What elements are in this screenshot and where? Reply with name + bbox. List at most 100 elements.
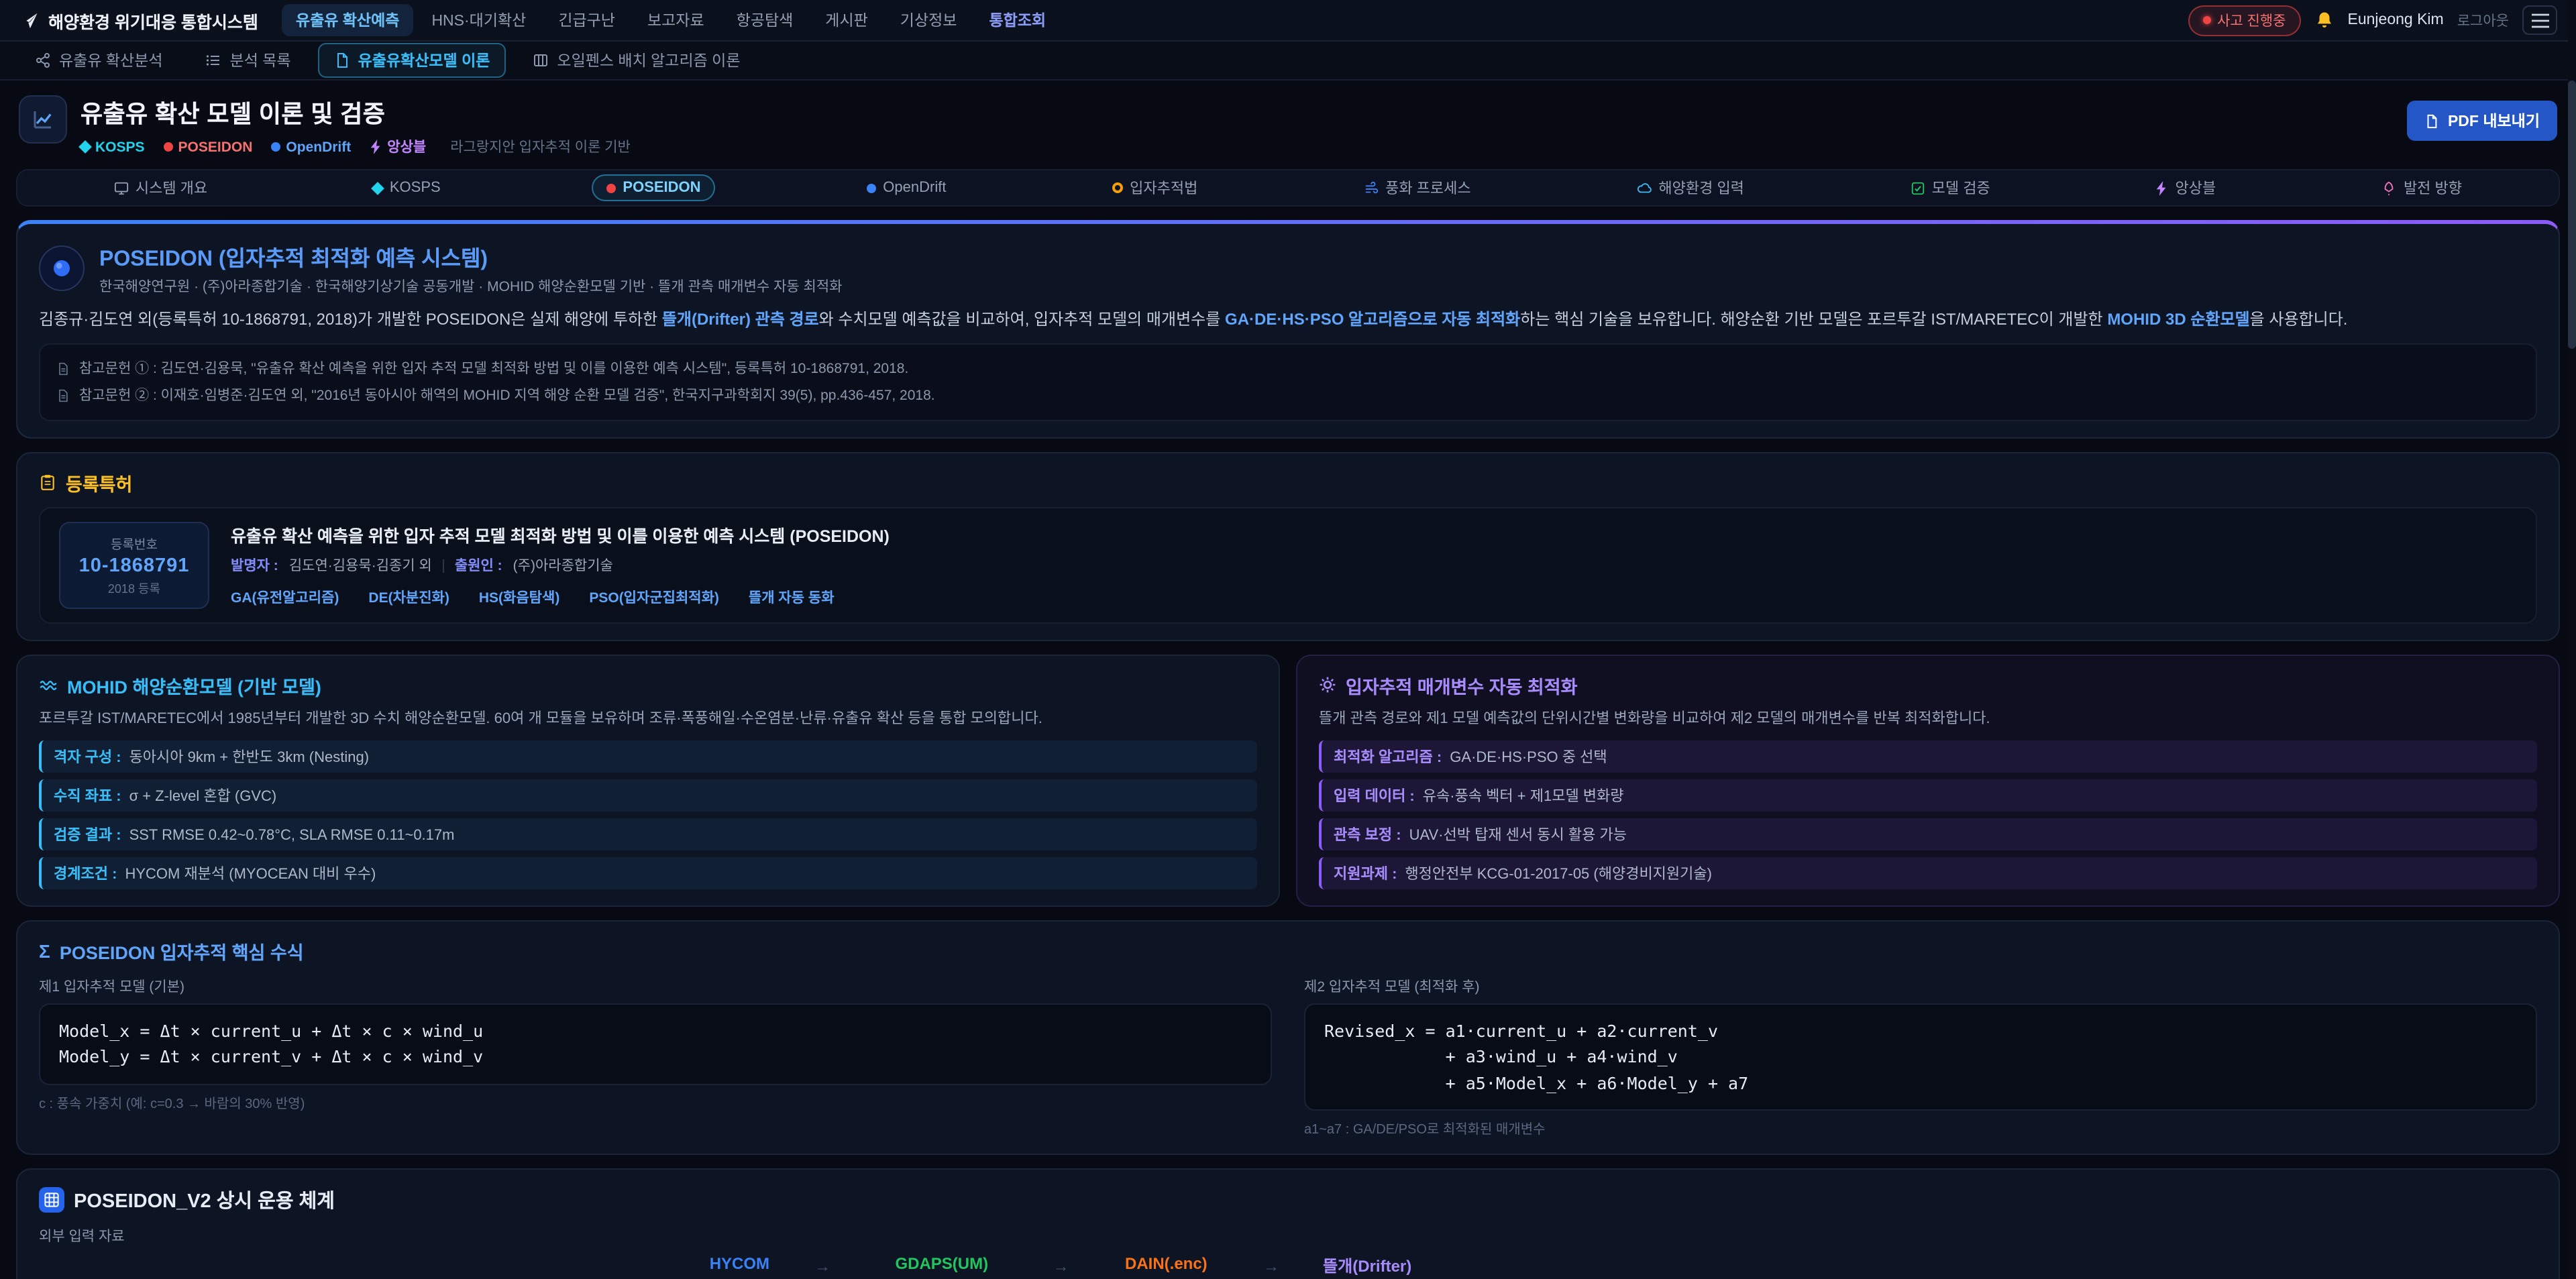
mohid-card: MOHID 해양순환모델 (기반 모델) 포르투갈 IST/MARETEC에서 … [16,654,1280,907]
reference-item: 참고문헌 ② : 이재호·임병준·김도연 외, "2016년 동아시아 해역의 … [56,382,2520,408]
equation-model1-caption: c : 풍속 가중치 (예: c=0.3 → 바람의 30% 반영) [39,1092,1272,1112]
brand: 해양환경 위기대응 통합시스템 [19,7,258,33]
nav-item-weather-info[interactable]: 기상정보 [887,4,971,36]
equation-model2: 제2 입자추적 모델 (최적화 후) Revised_x = a1·curren… [1304,977,2537,1137]
spec-row: 최적화 알고리즘GA·DE·HS·PSO 중 선택 [1319,740,2537,773]
section-pill-overview[interactable]: 시스템 개요 [99,172,222,204]
clipboard-icon [39,474,56,491]
spec-row: 격자 구성동아시아 9km + 한반도 3km (Nesting) [39,740,1257,773]
section-pill-weathering[interactable]: 풍화 프로세스 [1349,172,1486,204]
tab-spill-analysis[interactable]: 유출유 확산분석 [19,43,179,78]
analysis-chart-icon [31,107,55,131]
check-square-icon [1911,180,1925,195]
two-column-row: MOHID 해양순환모델 (기반 모델) 포르투갈 IST/MARETEC에서 … [16,654,2560,907]
section-pill-ocean-input[interactable]: 해양환경 입력 [1622,172,1759,204]
tab-label: 유출유확산모델 이론 [358,50,490,71]
nav-item-emergency-rescue[interactable]: 긴급구난 [545,4,629,36]
lightning-icon [370,140,382,154]
spec-row: 관측 보정UAV·선박 탑재 센서 동시 활용 가능 [1319,818,2537,850]
weathering-wind-icon [1364,180,1379,195]
section-pill-particle-tracking[interactable]: 입자추적법 [1097,172,1212,204]
pdf-export-button[interactable]: PDF 내보내기 [2408,101,2557,141]
app-window: 해양환경 위기대응 통합시스템 유출유 확산예측 HNS·대기확산 긴급구난 보… [0,0,2576,1279]
nav-item-reports[interactable]: 보고자료 [634,4,718,36]
nav-item-spill-prediction[interactable]: 유출유 확산예측 [282,4,413,36]
menu-hamburger-icon[interactable] [2522,5,2557,35]
assignee-label: 출원인 : [455,555,502,575]
badge-kosps: KOSPS [80,139,145,155]
nav-item-aerial-search[interactable]: 항공탐색 [723,4,807,36]
poseidon-subtitle: 한국해양연구원 · (주)아라종합기술 · 한국해양기상기술 공동개발 · MO… [99,276,843,296]
patent-section-title: 등록특허 [39,469,2537,496]
equation-model1: 제1 입자추적 모델 (기본) Model_x = Δt × current_u… [39,977,1272,1137]
header-note: 라그랑지안 입자추적 이론 기반 [450,137,631,157]
page-header: 유출유 확산 모델 이론 및 검증 KOSPS POSEIDON OpenDri… [0,80,2576,169]
equation-model2-caption: a1~a7 : GA/DE/PSO로 최적화된 매개변수 [1304,1117,2537,1137]
main-content: POSEIDON (입자추적 최적화 예측 시스템) 한국해양연구원 · (주)… [0,220,2576,1279]
incident-status-badge[interactable]: 사고 진행중 [2188,5,2300,36]
equations-title-row: Σ POSEIDON 입자추적 핵심 수식 [39,938,2537,964]
blue-dot-icon [867,183,876,192]
page-title: 유출유 확산 모델 이론 및 검증 [80,95,631,130]
red-dot-icon [606,183,616,192]
badge-opendrift: OpenDrift [271,139,351,155]
v2-grid-icon [39,1187,64,1213]
share-nodes-icon [35,52,51,68]
reference-doc-icon [56,388,70,402]
spec-row: 입력 데이터유속·풍속 벡터 + 제1모델 변화량 [1319,779,2537,812]
nav-item-hns-air-diffusion[interactable]: HNS·대기확산 [418,4,539,36]
patent-tag-hs[interactable]: HS(화음탐색) [479,588,559,608]
topnav-right: 사고 진행중 Eunjeong Kim 로그아웃 [2188,5,2557,36]
wave-icon [39,675,58,694]
v2-operation-card: POSEIDON_V2 상시 운용 체계 외부 입력 자료 HYCOM 해류·수… [16,1168,2560,1279]
scrollbar-thumb[interactable] [2568,80,2576,349]
badge-row: KOSPS POSEIDON OpenDrift 앙상블 라그랑지안 입자추 [80,137,631,157]
document-icon [334,52,350,68]
equation-model2-label: 제2 입자추적 모델 (최적화 후) [1304,977,2537,997]
page-scrollbar[interactable] [2568,0,2576,1279]
section-pill-future[interactable]: 발전 방향 [2367,172,2477,204]
registration-label: 등록번호 [111,533,158,552]
badge-poseidon: POSEIDON [164,139,253,155]
patent-title: 유출유 확산 예측을 위한 입자 추적 모델 최적화 방법 및 이를 이용한 예… [231,522,890,547]
section-pill-opendrift[interactable]: OpenDrift [852,174,961,201]
source-drifter: 뜰개(Drifter) 관측 표류 경로 GA/DE/PSO 동화용 [1314,1254,1420,1279]
monitor-icon [114,180,129,195]
spec-row: 수직 좌표σ + Z-level 혼합 (GVC) [39,779,1257,812]
tab-analysis-list[interactable]: 분석 목록 [190,43,307,78]
tab-label: 유출유 확산분석 [59,50,163,71]
section-pill-validation[interactable]: 모델 검증 [1896,172,2005,204]
patent-tag-ga[interactable]: GA(유전알고리즘) [231,588,339,608]
logout-button[interactable]: 로그아웃 [2457,10,2509,30]
section-pill-ensemble[interactable]: 앙상블 [2141,172,2231,204]
incident-badge-label: 사고 진행중 [2217,10,2286,30]
tab-model-theory[interactable]: 유출유확산모델 이론 [318,43,506,78]
source-dain: DAIN(.enc) 격자·수심·해안선·조석 정적 바이너리 데이터 [1104,1254,1229,1279]
patent-card: 등록특허 등록번호 10-1868791 2018 등록 유출유 확산 예측을 … [16,451,2560,641]
patent-tag-drifter[interactable]: 뜰개 자동 동화 [749,588,835,608]
inventor-label: 발명자 : [231,555,278,575]
patent-tag-de[interactable]: DE(차분진화) [368,588,449,608]
nav-item-board[interactable]: 게시판 [812,4,881,36]
reference-doc-icon [56,362,70,375]
patent-tag-pso[interactable]: PSO(입자군집최적화) [589,588,719,608]
nav-item-integrated-search[interactable]: 통합조회 [975,4,1059,36]
top-navbar: 해양환경 위기대응 통합시스템 유출유 확산예측 HNS·대기확산 긴급구난 보… [0,0,2576,42]
tab-oilfence-theory[interactable]: 오일펜스 배치 알고리즘 이론 [517,43,756,78]
section-pill-kosps[interactable]: KOSPS [359,174,455,201]
mohid-title-row: MOHID 해양순환모델 (기반 모델) [39,671,1257,698]
sigma-icon: Σ [39,940,50,962]
main-menu: 유출유 확산예측 HNS·대기확산 긴급구난 보고자료 항공탐색 게시판 기상정… [282,4,2163,36]
poseidon-title: POSEIDON (입자추적 최적화 예측 시스템) [99,240,843,272]
lightning-icon [2156,180,2168,195]
optimizer-description: 뜰개 관측 경로와 제1 모델 예측값의 단위시간별 변화량을 비교하여 제2 … [1319,708,2537,730]
optimizer-card: 입자추적 매개변수 자동 최적화 뜰개 관측 경로와 제1 모델 예측값의 단위… [1296,654,2560,907]
flow-arrow-icon: → [1263,1257,1279,1276]
highlight-optimization: GA·DE·HS·PSO 알고리즘으로 자동 최적화 [1225,310,1520,329]
data-flow-diagram: HYCOM 해류·수온염분 YYYYMMDD.nc → GDAPS(UM) 바람… [39,1254,2537,1279]
notification-bell-icon[interactable] [2314,10,2334,30]
poseidon-planet-icon [39,245,85,291]
section-pill-poseidon[interactable]: POSEIDON [592,174,715,201]
poseidon-overview-card: POSEIDON (입자추적 최적화 예측 시스템) 한국해양연구원 · (주)… [16,220,2560,438]
source-hycom: HYCOM 해류·수온염분 YYYYMMDD.nc [700,1254,780,1279]
